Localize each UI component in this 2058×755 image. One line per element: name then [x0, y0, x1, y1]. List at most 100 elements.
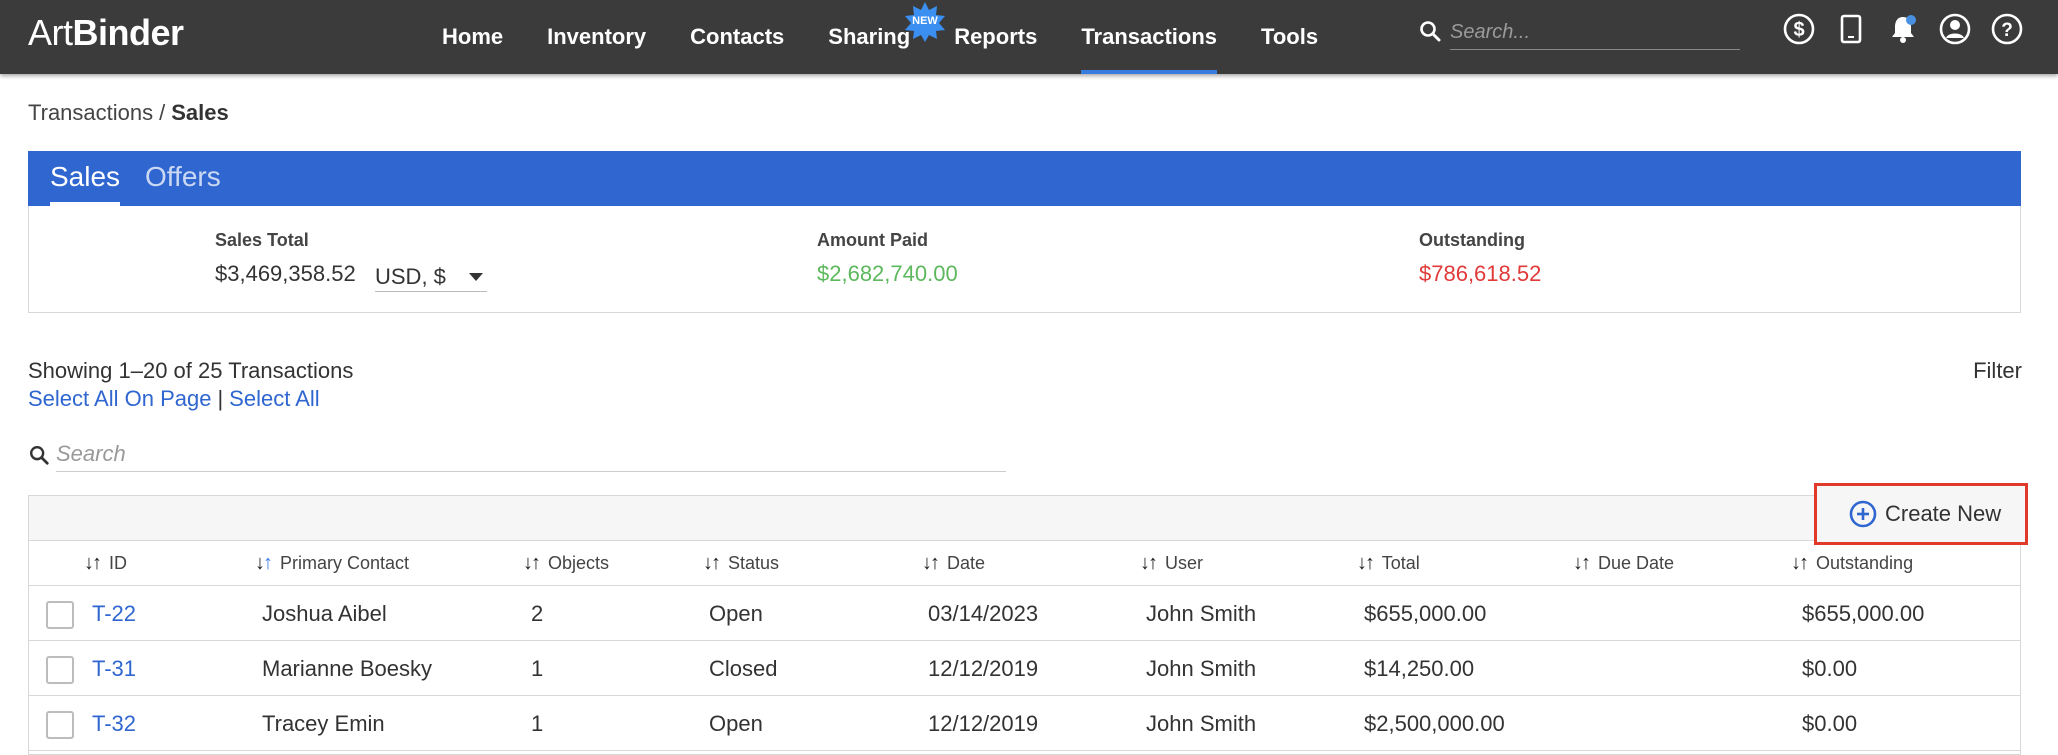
status-cell: Open — [709, 601, 763, 626]
column-header-status[interactable]: ↓↑ Status — [703, 541, 779, 586]
column-label: Date — [947, 553, 986, 573]
column-label: Total — [1381, 553, 1420, 573]
primary-contact-cell: Tracey Emin — [262, 711, 385, 736]
logo-art-text: Art — [28, 12, 73, 53]
amount-paid-label: Amount Paid — [817, 230, 928, 250]
notification-dot — [1906, 15, 1916, 25]
date-cell: 12/12/2019 — [928, 656, 1039, 681]
search-icon — [1420, 21, 1441, 42]
date-cell: 03/14/2023 — [928, 601, 1039, 626]
help-icon[interactable]: ? — [1990, 12, 2024, 46]
column-header-primary-contact[interactable]: ↓↑ Primary Contact — [255, 541, 409, 586]
nav-contacts[interactable]: Contacts — [668, 0, 806, 74]
create-new-label: Create New — [1885, 501, 2002, 526]
transactions-table: Create New ↓↑ ID ↓↑ Primary Contact ↓↑ O… — [28, 483, 2028, 755]
tablet-icon[interactable] — [1834, 12, 1868, 46]
outstanding-cell: $0.00 — [1802, 711, 1858, 736]
create-new-button[interactable]: Create New — [1814, 483, 2028, 545]
transaction-id-link[interactable]: T-32 — [92, 696, 136, 751]
dollar-circle-icon[interactable]: $ — [1782, 12, 1816, 46]
currency-select[interactable]: USD, $ — [375, 264, 487, 292]
column-label: ID — [109, 553, 128, 573]
row-checkbox[interactable] — [46, 601, 74, 629]
row-checkbox[interactable] — [46, 711, 74, 739]
sales-total-value: $3,469,358.52 — [215, 261, 356, 286]
nav-sharing-label: Sharing — [828, 24, 911, 49]
filter-button[interactable]: Filter — [1973, 358, 2022, 384]
table-search — [28, 436, 1006, 472]
table-row[interactable]: T-31 Marianne Boesky 1 Closed 12/12/2019… — [29, 641, 2020, 696]
table-row[interactable]: T-22 Joshua Aibel 2 Open 03/14/2023 John… — [29, 586, 2020, 641]
transaction-tabs: Sales Offers — [28, 151, 2021, 206]
sort-arrows-icon: ↓↑ — [84, 552, 102, 574]
tab-offers-label: Offers — [145, 161, 221, 192]
nav-contacts-label: Contacts — [690, 24, 785, 49]
sort-arrows-icon: ↓↑ — [703, 552, 721, 574]
column-label: User — [1165, 553, 1204, 573]
nav-inventory-label: Inventory — [547, 24, 647, 49]
bell-icon[interactable] — [1886, 12, 1920, 46]
total-cell: $2,500,000.00 — [1364, 711, 1505, 736]
account-icon[interactable] — [1938, 12, 1972, 46]
logo-binder-text: Binder — [72, 12, 185, 53]
tab-offers[interactable]: Offers — [145, 151, 221, 206]
new-badge: NEW — [905, 2, 945, 42]
breadcrumb-separator: / — [159, 100, 166, 125]
chevron-down-icon — [469, 273, 483, 281]
user-cell: John Smith — [1146, 711, 1257, 736]
nav-tools[interactable]: Tools — [1239, 0, 1340, 74]
nav-inventory[interactable]: Inventory — [525, 0, 668, 74]
sort-arrows-icon: ↓↑ — [1357, 552, 1375, 574]
outstanding-cell: $0.00 — [1802, 656, 1858, 681]
global-search — [1418, 16, 1740, 50]
breadcrumb-transactions[interactable]: Transactions — [28, 100, 153, 125]
select-all-on-page-link[interactable]: Select All On Page — [28, 386, 211, 411]
column-label: Objects — [548, 553, 610, 573]
objects-cell: 1 — [531, 711, 544, 736]
user-cell: John Smith — [1146, 656, 1257, 681]
artbinder-logo[interactable]: ArtBinder — [28, 12, 184, 54]
global-search-input[interactable] — [1450, 16, 1740, 50]
amount-paid-value: $2,682,740.00 — [817, 261, 958, 286]
column-header-outstanding[interactable]: ↓↑ Outstanding — [1791, 541, 1913, 586]
nav-tools-label: Tools — [1261, 24, 1319, 49]
svg-text:$: $ — [1793, 19, 1804, 41]
column-header-total[interactable]: ↓↑ Total — [1357, 541, 1420, 586]
table-row[interactable]: T-32 Tracey Emin 1 Open 12/12/2019 John … — [29, 696, 2020, 751]
main-nav: Home Inventory Contacts Sharing Reports … — [420, 0, 1340, 74]
column-header-objects[interactable]: ↓↑ Objects — [523, 541, 609, 586]
nav-reports[interactable]: Reports — [932, 0, 1059, 74]
sales-summary-panel: Sales Total $3,469,358.52 USD, $ Amount … — [28, 206, 2021, 313]
breadcrumb: Transactions / Sales — [28, 100, 229, 126]
table-toolbar: Create New — [29, 483, 2028, 545]
column-label: Due Date — [1598, 553, 1675, 573]
column-header-date[interactable]: ↓↑ Date — [922, 541, 985, 586]
sort-arrows-icon: ↓↑ — [1573, 552, 1591, 574]
select-links: Select All On Page | Select All — [28, 386, 320, 412]
table-search-input[interactable] — [56, 436, 1006, 472]
sort-arrows-icon: ↓↑ — [1791, 552, 1809, 574]
column-header-id[interactable]: ↓↑ ID — [84, 541, 127, 586]
amount-paid-block: Amount Paid $2,682,740.00 — [817, 230, 958, 287]
transaction-id-link[interactable]: T-31 — [92, 641, 136, 696]
primary-contact-cell: Marianne Boesky — [262, 656, 432, 681]
select-all-link[interactable]: Select All — [229, 386, 320, 411]
tab-sales[interactable]: Sales — [50, 151, 121, 206]
table-header-row: ↓↑ ID ↓↑ Primary Contact ↓↑ Objects ↓↑ S… — [29, 541, 2020, 586]
sales-total-block: Sales Total $3,469,358.52 USD, $ — [215, 230, 487, 292]
currency-select-value: USD, $ — [375, 264, 446, 289]
status-cell: Closed — [709, 656, 778, 681]
svg-text:?: ? — [2001, 20, 2013, 41]
sort-arrows-icon: ↓↑ — [1140, 552, 1158, 574]
select-links-divider: | — [217, 386, 224, 411]
column-header-due-date[interactable]: ↓↑ Due Date — [1573, 541, 1674, 586]
total-cell: $14,250.00 — [1364, 656, 1475, 681]
transaction-id-link[interactable]: T-22 — [92, 586, 136, 641]
objects-cell: 2 — [531, 601, 544, 626]
column-header-user[interactable]: ↓↑ User — [1140, 541, 1203, 586]
total-cell: $655,000.00 — [1364, 601, 1487, 626]
nav-transactions[interactable]: Transactions — [1059, 0, 1239, 74]
new-badge-label: NEW — [912, 15, 938, 27]
nav-home[interactable]: Home — [420, 0, 525, 74]
row-checkbox[interactable] — [46, 656, 74, 684]
